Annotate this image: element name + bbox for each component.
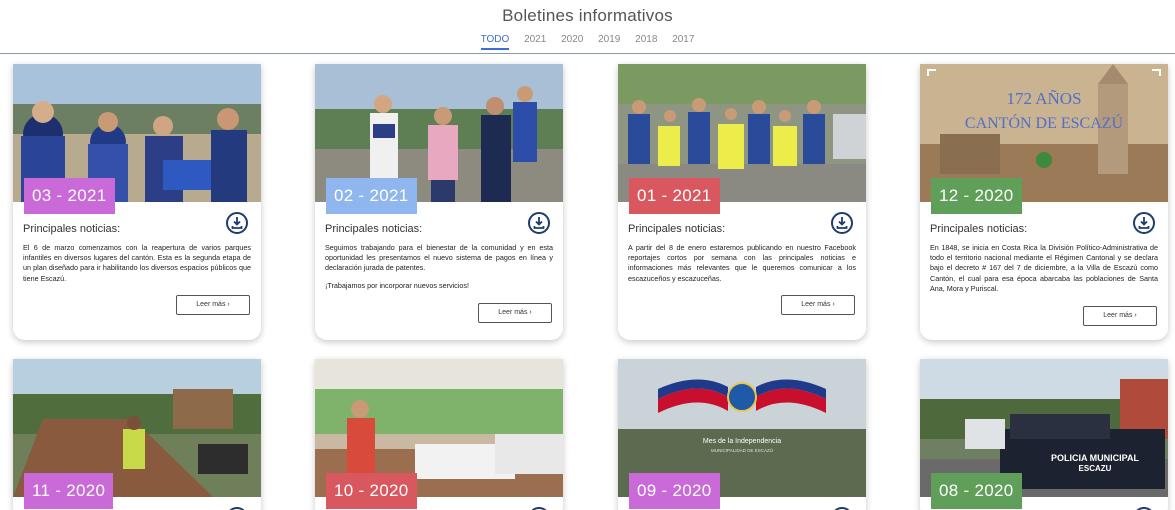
image-overlay-police: POLICIA MUNICIPAL xyxy=(1051,453,1139,463)
tab-2021[interactable]: 2021 xyxy=(524,34,546,48)
card-summary: A partir del 8 de enero estaremos public… xyxy=(628,243,856,284)
bulletin-card-03-2021: 03 - 2021 Principales noticias: El 6 de … xyxy=(13,64,261,340)
download-icon[interactable] xyxy=(528,212,550,234)
card-heading: Principales noticias: xyxy=(628,223,726,235)
card-summary: El 6 de marzo comenzamos con la reapertu… xyxy=(23,243,251,284)
card-paragraph: El 6 de marzo comenzamos con la reapertu… xyxy=(23,243,251,283)
card-paragraph: ¡Trabajamos por incorporar nuevos servic… xyxy=(325,280,469,290)
card-paragraph: A partir del 8 de enero estaremos public… xyxy=(628,243,856,283)
month-badge: 02 - 2021 xyxy=(326,178,417,214)
bulletin-card-09-2020: Mes de la Independencia MUNICIPALIDAD DE… xyxy=(618,359,866,510)
download-icon[interactable] xyxy=(226,212,248,234)
month-badge: 09 - 2020 xyxy=(629,473,720,509)
tab-2019[interactable]: 2019 xyxy=(598,34,620,48)
tab-2018[interactable]: 2018 xyxy=(635,34,657,48)
bulletin-card-10-2020: 10 - 2020 xyxy=(315,359,563,510)
card-summary: En 1848, se inicia en Costa Rica la Divi… xyxy=(930,243,1158,294)
card-heading: Principales noticias: xyxy=(23,223,121,235)
month-badge: 08 - 2020 xyxy=(931,473,1022,509)
bulletin-card-01-2021: 01 - 2021 Principales noticias: A partir… xyxy=(618,64,866,340)
month-badge: 12 - 2020 xyxy=(931,178,1022,214)
bulletin-card-11-2020: 11 - 2020 xyxy=(13,359,261,510)
read-more-button[interactable]: Leer más › xyxy=(781,295,855,315)
month-badge: 03 - 2021 xyxy=(24,178,115,214)
bulletin-card-02-2021: 02 - 2021 Principales noticias: Seguimos… xyxy=(315,64,563,340)
tab-2017[interactable]: 2017 xyxy=(672,34,694,48)
year-tabs: TODO 2021 2020 2019 2018 2017 xyxy=(0,34,1175,50)
month-badge: 10 - 2020 xyxy=(326,473,417,509)
page-header: Boletines informativos TODO 2021 2020 20… xyxy=(0,0,1175,54)
month-badge: 01 - 2021 xyxy=(629,178,720,214)
bulletin-card-08-2020: POLICIA MUNICIPAL ESCAZU 08 - 2020 xyxy=(920,359,1168,510)
month-badge: 11 - 2020 xyxy=(24,473,114,509)
bulletin-card-12-2020: 172 AÑOS CANTÓN DE ESCAZÚ 12 - 2020 Prin… xyxy=(920,64,1168,340)
tab-2020[interactable]: 2020 xyxy=(561,34,583,48)
read-more-button[interactable]: Leer más › xyxy=(176,295,250,315)
read-more-button[interactable]: Leer más › xyxy=(478,303,552,323)
image-overlay-canton: CANTÓN DE ESCAZÚ xyxy=(965,113,1124,132)
card-summary: Seguimos trabajando para el bienestar de… xyxy=(325,243,553,291)
card-heading: Principales noticias: xyxy=(325,223,423,235)
card-paragraph: En 1848, se inicia en Costa Rica la Divi… xyxy=(930,243,1158,293)
tab-todo[interactable]: TODO xyxy=(480,34,510,50)
download-icon[interactable] xyxy=(831,212,853,234)
card-heading: Principales noticias: xyxy=(930,223,1028,235)
read-more-button[interactable]: Leer más › xyxy=(1083,306,1157,326)
card-paragraph: Seguimos trabajando para el bienestar de… xyxy=(325,243,553,273)
download-icon[interactable] xyxy=(1133,212,1155,234)
image-overlay-escazu: ESCAZU xyxy=(1079,464,1112,473)
image-overlay-municipality: MUNICIPALIDAD DE ESCAZÚ xyxy=(711,447,773,453)
image-overlay-month: Mes de la Independencia xyxy=(703,438,781,445)
image-overlay-years: 172 AÑOS xyxy=(1006,89,1081,108)
page-title: Boletines informativos xyxy=(502,6,673,25)
